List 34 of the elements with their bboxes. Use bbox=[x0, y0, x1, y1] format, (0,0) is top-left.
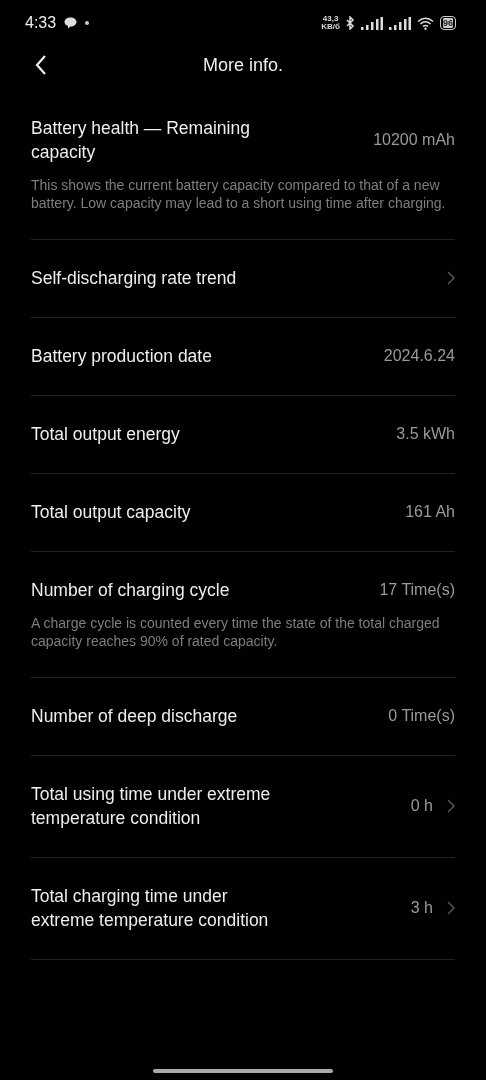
row-value: 0 h bbox=[410, 797, 433, 815]
signal-icon bbox=[361, 16, 383, 30]
row-title: Total output energy bbox=[31, 423, 180, 446]
row-title: Total using time under extreme temperature condition bbox=[31, 783, 272, 830]
battery-indicator: 96 bbox=[440, 16, 456, 30]
page-title: More info. bbox=[203, 54, 283, 76]
row-title: Number of deep discharge bbox=[31, 705, 238, 728]
wifi-icon bbox=[417, 16, 434, 30]
row-value: 161 Ah bbox=[405, 503, 455, 521]
row-value: 17 Time(s) bbox=[379, 581, 455, 599]
row-value: 3.5 kWh bbox=[396, 425, 455, 443]
settings-row[interactable]: Total using time under extreme temperature condition 0 h bbox=[31, 782, 455, 830]
row-title: Number of charging cycle bbox=[31, 579, 230, 602]
settings-row[interactable]: Self-discharging rate trend bbox=[31, 266, 455, 290]
bluetooth-icon bbox=[346, 16, 355, 30]
status-time: 4:33 bbox=[25, 14, 57, 32]
row-title: Battery health — Remaining capacity bbox=[31, 117, 251, 164]
row-value: 10200 mAh bbox=[373, 131, 455, 149]
row-value: 3 h bbox=[410, 899, 433, 917]
row-description: This shows the current battery capacity compared to that of a new battery. Low capacity may lead to a short using time after charging. bbox=[31, 176, 447, 212]
network-speed: 43,3 bbox=[322, 15, 339, 23]
row-value: 0 Time(s) bbox=[388, 707, 455, 725]
row-title: Battery production date bbox=[31, 345, 212, 368]
settings-row[interactable]: Total charging time under extreme temperature condition 3 h bbox=[31, 884, 455, 932]
row-value: 2024.6.24 bbox=[383, 347, 455, 365]
network-speed-unit: KB/б bbox=[321, 23, 340, 31]
row-description: A charge cycle is counted every time the state of the total charged capacity reaches 90% of rated capacity. bbox=[31, 614, 441, 650]
signal-icon bbox=[389, 16, 411, 30]
dot-icon bbox=[85, 21, 90, 25]
row-title: Total output capacity bbox=[31, 501, 191, 524]
row-title: Self-discharging rate trend bbox=[31, 267, 237, 290]
row-title: Total charging time under extreme temperature condition bbox=[31, 885, 270, 932]
back-icon bbox=[35, 55, 47, 75]
chat-bubble-icon bbox=[64, 17, 78, 29]
